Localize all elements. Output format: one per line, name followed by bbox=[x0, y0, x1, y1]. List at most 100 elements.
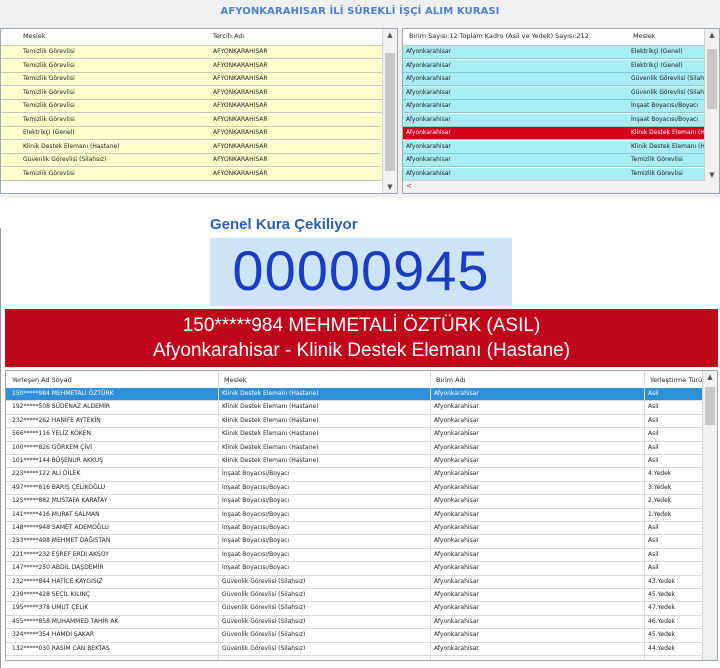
column-separator bbox=[218, 371, 219, 660]
table-row[interactable]: 239*****428 SEÇİL KILINÇ Güvenlik Görevli… bbox=[6, 589, 703, 603]
table-row[interactable]: 148*****948 SAMET ADEMOĞLU İnşaat Boyacıs… bbox=[6, 522, 703, 536]
birim-cell: Afyonkarahisar bbox=[406, 129, 451, 136]
scroll-thumb[interactable] bbox=[385, 53, 395, 171]
scroll-up-icon[interactable]: ▲ bbox=[383, 31, 397, 39]
table-row[interactable]: Afyonkarahisar İnşaat Boyacısı/Boyacı bbox=[403, 100, 705, 113]
table-row[interactable]: 324*****354 HAMDİ ŞAKAR Güvenlik Görevlis… bbox=[6, 629, 703, 643]
page-title: AFYONKARAHISAR İLİ SÜREKLİ İŞÇİ ALIM KUR… bbox=[220, 6, 500, 17]
birim-cell: Afyonkarahisar bbox=[406, 61, 451, 69]
meslek-cell: İnşaat Boyacısı/Boyacı bbox=[222, 510, 290, 518]
column-header-tercih-adi[interactable]: Tercih Adı bbox=[213, 32, 244, 40]
table-row[interactable]: 566*****116 YELİZ KÖKEN Klinik Destek Ele… bbox=[6, 428, 703, 442]
table-row[interactable]: Temizlik Görevlisi AFYONKARAHISAR bbox=[1, 86, 383, 100]
scroll-left-icon[interactable]: < bbox=[406, 182, 412, 190]
table-row[interactable]: Afyonkarahisar Klinik Destek Elemanı (Has… bbox=[403, 127, 719, 140]
column-header-meslek[interactable]: Meslek bbox=[224, 376, 247, 384]
birim-adi-cell: Afyonkarahisar bbox=[434, 483, 479, 491]
table-row[interactable]: Klinik Destek Elemanı (Hastane) AFYONKARA… bbox=[1, 140, 383, 154]
draw-status-label: Genel Kura Çekiliyor bbox=[210, 216, 358, 233]
meslek-cell: Klinik Destek Elemanı (Hastane) bbox=[222, 430, 319, 438]
results-grid-header: Yerleşen Ad Soyad Meslek Birim Adı Yerle… bbox=[6, 371, 703, 389]
meslek-cell: İnşaat Boyacısı/Boyacı bbox=[631, 102, 699, 109]
meslek-cell: Klinik Destek Elemanı (Hastane) bbox=[222, 390, 319, 397]
table-row[interactable]: Afyonkarahisar Temizlik Görevlisi bbox=[403, 167, 705, 181]
table-row[interactable]: 100*****826 GÖRKEM ÇİVİ Klinik Destek Ele… bbox=[6, 441, 703, 455]
column-header-meslek[interactable]: Meslek bbox=[23, 32, 46, 40]
column-header-ad-soyad[interactable]: Yerleşen Ad Soyad bbox=[12, 376, 72, 384]
table-row[interactable]: 223*****122 ALİ DİLEK İnşaat Boyacısı/Boy… bbox=[6, 468, 703, 482]
draw-counter: 00000945 bbox=[210, 238, 512, 306]
table-row[interactable]: 497*****816 BARIŞ ÇELİKOĞLU İnşaat Boyacı… bbox=[6, 481, 703, 496]
table-row[interactable]: 221*****232 EŞREF ERDİ AKSOY İnşaat Boyac… bbox=[6, 548, 703, 563]
table-row[interactable]: Temizlik Görevlisi AFYONKARAHISAR bbox=[1, 113, 383, 127]
column-header-yerlestirme-turu[interactable]: Yerleştirme Türü bbox=[650, 376, 702, 384]
table-row[interactable]: Elektrikçi (Genel) AFYONKARAHISAR bbox=[1, 127, 383, 140]
yerlestirme-turu-cell: 43.Yedek bbox=[648, 577, 676, 585]
table-row[interactable]: Temizlik Görevlisi AFYONKARAHISAR bbox=[1, 46, 383, 59]
yerlestirme-turu-cell: Asil bbox=[648, 390, 659, 397]
yerlestirme-turu-cell: 45.Yedek bbox=[648, 591, 676, 598]
table-row[interactable]: 150*****984 MEHMETALİ ÖZTÜRK Klinik Deste… bbox=[6, 388, 703, 402]
meslek-cell: Temizlik Görevlisi bbox=[23, 115, 75, 123]
meslek-cell: Klinik Destek Elemanı (Hastane) bbox=[222, 416, 319, 424]
unit-grid-hscrollbar[interactable]: < bbox=[403, 180, 705, 193]
preference-grid-scrollbar[interactable]: ▲ ▼ bbox=[382, 29, 397, 193]
table-row[interactable]: Afyonkarahisar Elektrikçi (Genel) bbox=[403, 46, 705, 59]
table-row[interactable]: Afyonkarahisar Elektrikçi (Genel) bbox=[403, 59, 705, 73]
top-panel: AFYONKARAHISAR İLİ SÜREKLİ İŞÇİ ALIM KUR… bbox=[0, 0, 720, 198]
ad-soyad-cell: 150*****984 MEHMETALİ ÖZTÜRK bbox=[12, 390, 114, 397]
scroll-down-icon[interactable]: ▼ bbox=[383, 183, 397, 191]
table-row[interactable]: 147*****250 ABDİL DAŞDEMİR İnşaat Boyacıs… bbox=[6, 562, 703, 576]
table-row[interactable]: 192*****508 SÜDENAZ ALDEMİR Klinik Destek… bbox=[6, 401, 703, 415]
unit-grid-scrollbar[interactable]: ▲ ▼ bbox=[704, 29, 719, 193]
table-row[interactable]: Temizlik Görevlisi AFYONKARAHISAR bbox=[1, 100, 383, 113]
birim-cell: Afyonkarahisar bbox=[406, 142, 451, 150]
table-row[interactable]: 455*****858 MUHAMMED TAHİR AK Güvenlik Gö… bbox=[6, 615, 703, 630]
birim-adi-cell: Afyonkarahisar bbox=[434, 617, 479, 625]
table-row[interactable]: Temizlik Görevlisi AFYONKARAHISAR bbox=[1, 73, 383, 86]
scroll-thumb[interactable] bbox=[705, 387, 715, 425]
table-row[interactable]: Temizlik Görevlisi AFYONKARAHISAR bbox=[1, 167, 383, 181]
table-row[interactable]: 141*****416 MURAT SALMAN İnşaat Boyacısı/… bbox=[6, 508, 703, 522]
table-row[interactable]: 101*****144 BÜŞENUR AKKUŞ Klinik Destek E… bbox=[6, 455, 703, 469]
table-row[interactable]: 195*****378 UMUT ÇELİK Güvenlik Görevlisi… bbox=[6, 602, 703, 616]
birim-adi-cell: Afyonkarahisar bbox=[434, 443, 479, 451]
scroll-up-icon[interactable]: ▲ bbox=[703, 373, 717, 381]
table-row[interactable]: 232*****262 HANİFE AYTEKİN Klinik Destek … bbox=[6, 414, 703, 429]
results-grid[interactable]: Yerleşen Ad Soyad Meslek Birim Adı Yerle… bbox=[5, 370, 718, 661]
table-row[interactable]: Afyonkarahisar Güvenlik Görevlisi (Silahs… bbox=[403, 86, 714, 100]
table-row[interactable]: Afyonkarahisar Güvenlik Görevlisi (Silahs… bbox=[403, 73, 714, 86]
table-row[interactable]: Afyonkarahisar Temizlik Görevlisi bbox=[403, 154, 705, 167]
ad-soyad-cell: 324*****354 HAMDİ ŞAKAR bbox=[12, 631, 95, 639]
ad-soyad-cell: 223*****122 ALİ DİLEK bbox=[12, 470, 81, 478]
table-row[interactable]: Temizlik Görevlisi AFYONKARAHISAR bbox=[1, 59, 383, 73]
table-row[interactable]: Afyonkarahisar Klinik Destek Elemanı (Has… bbox=[403, 140, 719, 154]
unit-grid[interactable]: Birim Sayısı:12 Toplam Kadro (Asil ve Ye… bbox=[402, 28, 720, 194]
meslek-cell: İnşaat Boyacısı/Boyacı bbox=[222, 537, 290, 545]
scroll-down-icon[interactable]: ▼ bbox=[705, 171, 719, 179]
table-row[interactable]: Afyonkarahisar İnşaat Boyacısı/Boyacı bbox=[403, 113, 705, 127]
meslek-cell: Güvenlik Görevlisi (Silahsız) bbox=[222, 577, 306, 585]
scroll-up-icon[interactable]: ▲ bbox=[705, 31, 719, 39]
birim-cell: Afyonkarahisar bbox=[406, 169, 451, 177]
birim-adi-cell: Afyonkarahisar bbox=[434, 537, 479, 545]
table-row[interactable]: 125*****882 MUSTAFA KARATAY İnşaat Boyacı… bbox=[6, 495, 703, 509]
column-header-birim-adi[interactable]: Birim Adı bbox=[436, 376, 465, 384]
tercih-adi-cell: AFYONKARAHISAR bbox=[213, 129, 268, 136]
column-separator bbox=[644, 371, 645, 660]
tercih-adi-cell: AFYONKARAHISAR bbox=[213, 88, 268, 96]
meslek-cell: Elektrikçi (Genel) bbox=[23, 129, 75, 136]
table-row[interactable]: 253*****498 MEHMET DAĞISTAN İnşaat Boyacı… bbox=[6, 535, 703, 549]
meslek-cell: Temizlik Görevlisi bbox=[23, 102, 75, 109]
preference-grid[interactable]: Meslek Tercih Adı Temizlik Görevlisi AFYO… bbox=[0, 28, 398, 194]
column-header-meslek[interactable]: Meslek bbox=[633, 32, 656, 40]
table-row[interactable]: 132*****030 RASİM CAN BEKTAŞ Güvenlik Gör… bbox=[6, 642, 703, 656]
table-row[interactable]: Güvenlik Görevlisi (Silahsız) AFYONKARAHI… bbox=[1, 154, 383, 167]
results-grid-scrollbar[interactable]: ▲ bbox=[702, 371, 717, 660]
table-row[interactable]: 232*****844 HATİCE KAYGISIZ Güvenlik Göre… bbox=[6, 575, 703, 589]
scroll-thumb[interactable] bbox=[707, 49, 717, 109]
birim-adi-cell: Afyonkarahisar bbox=[434, 604, 479, 612]
column-header-birim[interactable]: Birim Sayısı:12 Toplam Kadro (Asil ve Ye… bbox=[409, 32, 589, 40]
birim-adi-cell: Afyonkarahisar bbox=[434, 524, 479, 531]
meslek-cell: Temizlik Görevlisi bbox=[23, 75, 75, 82]
